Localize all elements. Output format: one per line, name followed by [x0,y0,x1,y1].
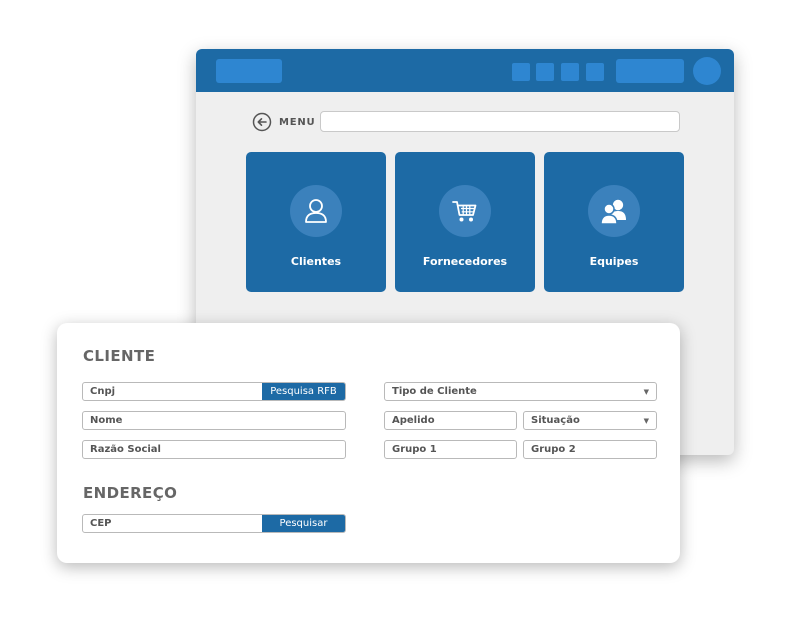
toolbar-button-3[interactable] [561,63,579,81]
chevron-down-icon: ▼ [643,387,649,396]
tile-fornecedores[interactable]: Fornecedores [395,152,535,292]
team-icon [588,185,640,237]
logo-placeholder [216,59,282,83]
cnpj-placeholder: Cnpj [90,386,116,397]
toolbar-button-4[interactable] [586,63,604,81]
apelido-placeholder: Apelido [392,415,435,426]
cart-icon [439,185,491,237]
tile-equipes[interactable]: Equipes [544,152,684,292]
title-bar [196,49,734,92]
back-arrow-icon[interactable] [252,112,272,132]
tile-label-fornecedores: Fornecedores [422,255,508,268]
tipo-cliente-placeholder: Tipo de Cliente [392,386,477,397]
section-title-endereco: ENDEREÇO [83,484,178,502]
grupo2-field[interactable]: Grupo 2 [523,440,657,459]
nome-placeholder: Nome [90,415,123,426]
razao-social-field[interactable]: Razão Social [82,440,346,459]
grupo1-placeholder: Grupo 1 [392,444,437,455]
apelido-field[interactable]: Apelido [384,411,517,430]
menu-search-input[interactable] [320,111,680,132]
cep-placeholder: CEP [90,518,112,529]
user-menu-button[interactable] [616,59,684,83]
menu-nav[interactable]: MENU [252,111,315,133]
menu-label[interactable]: MENU [279,117,315,128]
grupo2-placeholder: Grupo 2 [531,444,576,455]
chevron-down-icon: ▼ [643,416,649,425]
pesquisa-rfb-button[interactable]: Pesquisa RFB [262,383,345,400]
pesquisar-button[interactable]: Pesquisar [262,515,345,532]
nome-field[interactable]: Nome [82,411,346,430]
situacao-select[interactable]: Situação ▼ [523,411,657,430]
razao-social-placeholder: Razão Social [90,444,161,455]
section-title-cliente: CLIENTE [83,347,156,365]
cep-field[interactable]: CEP Pesquisar [82,514,346,533]
situacao-placeholder: Situação [531,415,580,426]
tipo-cliente-select[interactable]: Tipo de Cliente ▼ [384,382,657,401]
user-icon [290,185,342,237]
toolbar-button-1[interactable] [512,63,530,81]
tile-clientes[interactable]: Clientes [246,152,386,292]
toolbar-button-2[interactable] [536,63,554,81]
tile-label-equipes: Equipes [589,255,639,268]
tile-label-clientes: Clientes [290,255,342,268]
avatar[interactable] [693,57,721,85]
cnpj-field[interactable]: Cnpj Pesquisa RFB [82,382,346,401]
grupo1-field[interactable]: Grupo 1 [384,440,517,459]
client-form-card: CLIENTE Cnpj Pesquisa RFB Nome Razão Soc… [57,323,680,563]
